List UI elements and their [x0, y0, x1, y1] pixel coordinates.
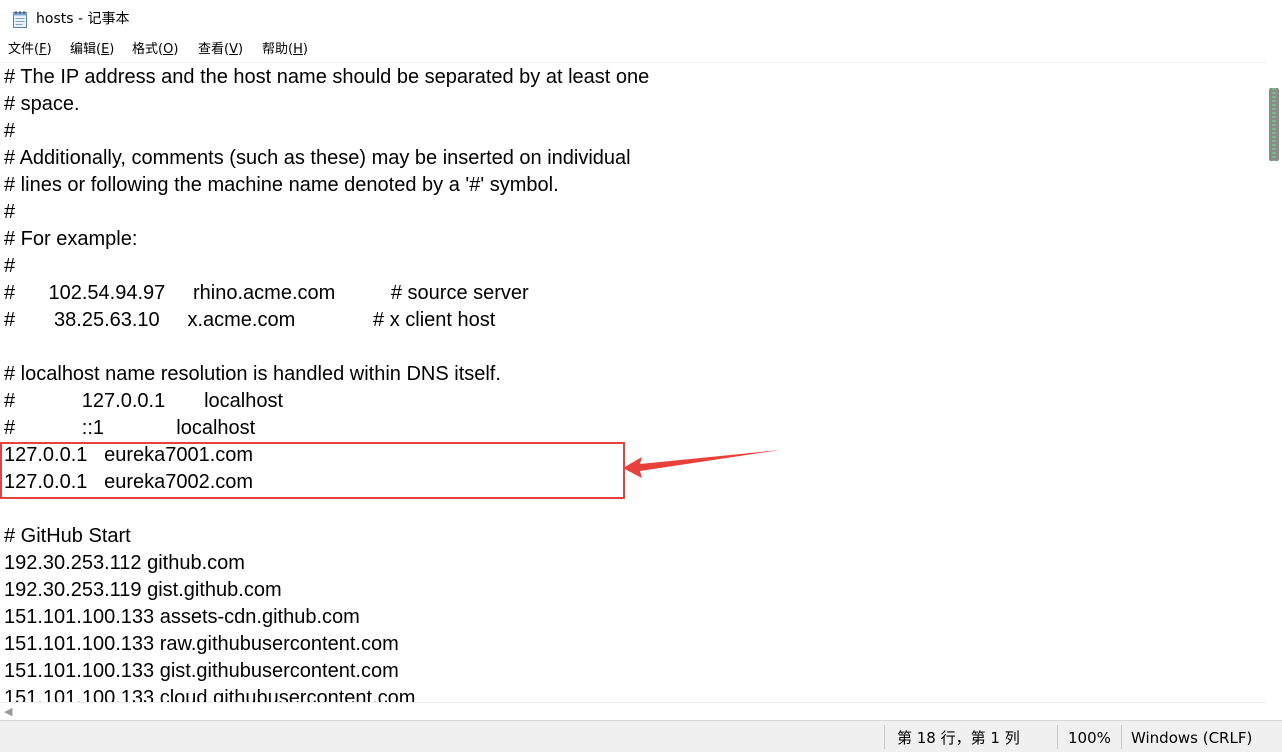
text-line: # localhost name resolution is handled w… [4, 363, 501, 385]
vertical-scroll-thumb[interactable] [1269, 88, 1279, 161]
text-line: # [4, 120, 16, 142]
scroll-grip-icon [1272, 88, 1276, 161]
status-divider [884, 725, 885, 749]
title-bar[interactable]: hosts - 记事本 [0, 0, 1282, 38]
text-line: # space. [4, 93, 80, 115]
menu-file[interactable]: 文件(F) [8, 41, 52, 59]
scrollbar-corner [1266, 702, 1282, 720]
text-line: # [4, 201, 16, 223]
text-line: # GitHub Start [4, 525, 131, 547]
menu-format[interactable]: 格式(O) [132, 41, 178, 59]
text-line: 151.101.100.133 gist.githubusercontent.c… [4, 660, 399, 682]
status-bar: 第 18 行，第 1 列 100% Windows (CRLF) [0, 720, 1282, 752]
text-line: 192.30.253.119 gist.github.com [4, 579, 282, 601]
menu-bar: 文件(F) 编辑(E) 格式(O) 查看(V) 帮助(H) [0, 38, 1282, 62]
window-title: hosts - 记事本 [36, 11, 130, 27]
text-line: 151.101.100.133 cloud.githubusercontent.… [4, 687, 416, 702]
text-line: # For example: [4, 228, 138, 250]
status-divider [1121, 725, 1122, 749]
text-line: # The IP address and the host name shoul… [4, 66, 650, 88]
status-divider [1057, 725, 1058, 749]
notepad-icon [13, 11, 27, 28]
text-line: # ::1 localhost [4, 417, 256, 439]
annotation-highlight-box [0, 442, 625, 499]
vertical-scrollbar[interactable] [1266, 62, 1282, 702]
text-line: # [4, 255, 16, 277]
text-line: 151.101.100.133 assets-cdn.github.com [4, 606, 360, 628]
scroll-left-arrow-icon[interactable]: ◀ [4, 706, 12, 718]
red-arrow-annotation [623, 450, 780, 478]
text-line: 192.30.253.112 github.com [4, 552, 245, 574]
text-editor[interactable]: # The IP address and the host name shoul… [0, 62, 1266, 702]
menu-help[interactable]: 帮助(H) [262, 41, 308, 59]
text-line: # Additionally, comments (such as these)… [4, 147, 631, 169]
text-line: # 102.54.94.97 rhino.acme.com # source s… [4, 282, 529, 304]
menu-edit[interactable]: 编辑(E) [70, 41, 114, 59]
text-line: # 127.0.0.1 localhost [4, 390, 284, 412]
horizontal-scrollbar[interactable]: ◀ [0, 702, 1266, 720]
line-ending-encoding: Windows (CRLF) [1131, 729, 1253, 747]
text-line: # lines or following the machine name de… [4, 174, 559, 196]
text-line: 151.101.100.133 raw.githubusercontent.co… [4, 633, 399, 655]
cursor-position: 第 18 行，第 1 列 [897, 729, 1020, 747]
text-line: # 38.25.63.10 x.acme.com # x client host [4, 309, 496, 331]
menu-view[interactable]: 查看(V) [198, 41, 243, 59]
zoom-level: 100% [1068, 729, 1111, 747]
